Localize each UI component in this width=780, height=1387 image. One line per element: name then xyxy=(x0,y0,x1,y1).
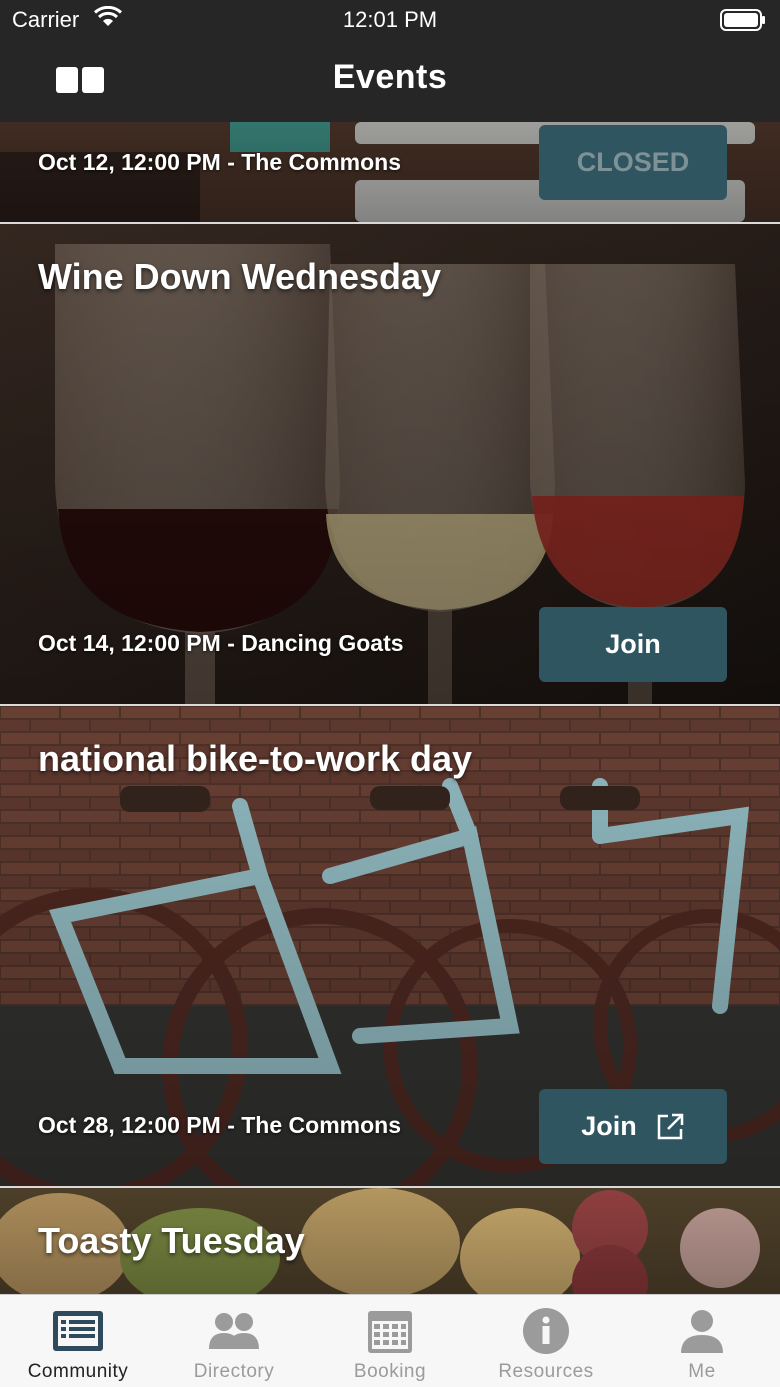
button-label: Join xyxy=(605,629,661,659)
event-date-location: Oct 14, 12:00 PM - Dancing Goats xyxy=(38,630,404,656)
external-link-icon xyxy=(657,1113,683,1139)
tab-label: Community xyxy=(27,1361,129,1382)
event-title: national bike-to-work day xyxy=(38,738,473,779)
navigation-bar: Events xyxy=(0,40,780,122)
people-icon xyxy=(209,1313,259,1349)
button-label: Join xyxy=(581,1111,637,1141)
closed-button[interactable]: CLOSED xyxy=(539,125,727,200)
tab-bar: Community Directory Booking Resources Me xyxy=(0,1294,780,1387)
button-label: CLOSED xyxy=(576,147,690,177)
join-external-button[interactable]: Join xyxy=(539,1089,727,1164)
event-title: Wine Down Wednesday xyxy=(38,256,442,297)
news-list-icon xyxy=(53,1311,103,1351)
tab-label: Booking xyxy=(353,1361,427,1382)
event-card[interactable]: Oct 12, 12:00 PM - The Commons CLOSED xyxy=(0,122,780,222)
tab-booking[interactable]: Booking xyxy=(312,1295,468,1387)
status-bar: Carrier 12:01 PM xyxy=(0,0,780,40)
tab-label: Me xyxy=(688,1361,716,1382)
page-title: Events xyxy=(332,58,448,96)
event-card[interactable]: Toasty Tuesday xyxy=(0,1188,780,1294)
event-list[interactable]: Oct 12, 12:00 PM - The Commons CLOSED Wi… xyxy=(0,122,780,1294)
join-button[interactable]: Join xyxy=(539,607,727,682)
info-icon xyxy=(523,1308,569,1354)
tab-resources[interactable]: Resources xyxy=(468,1295,624,1387)
calendar-icon xyxy=(368,1311,412,1353)
event-title: Toasty Tuesday xyxy=(38,1220,305,1261)
person-icon xyxy=(681,1310,723,1353)
tab-label: Directory xyxy=(193,1361,275,1382)
battery-icon xyxy=(720,9,765,31)
clock: 12:01 PM xyxy=(342,7,438,32)
event-date-location: Oct 28, 12:00 PM - The Commons xyxy=(38,1112,401,1138)
event-card[interactable]: Wine Down Wednesday Oct 14, 12:00 PM - D… xyxy=(0,224,780,704)
event-card[interactable]: national bike-to-work day Oct 28, 12:00 … xyxy=(0,706,780,1186)
tab-directory[interactable]: Directory xyxy=(156,1295,312,1387)
tab-me[interactable]: Me xyxy=(624,1295,780,1387)
event-date-location: Oct 12, 12:00 PM - The Commons xyxy=(38,149,401,175)
tab-label: Resources xyxy=(498,1361,594,1382)
tab-community[interactable]: Community xyxy=(0,1295,156,1387)
